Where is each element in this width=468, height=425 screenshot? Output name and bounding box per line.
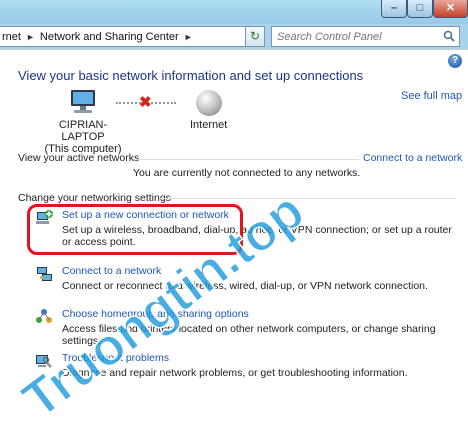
homegroup-desc: Access files and printers located on oth… <box>62 323 436 347</box>
connect-network-icon[interactable] <box>35 265 53 283</box>
computer-label: CIPRIAN-LAPTOP (This computer) <box>40 119 126 155</box>
homegroup-link[interactable]: Choose homegroup and sharing options <box>62 308 249 320</box>
divider <box>133 159 359 160</box>
maximize-button[interactable]: □ <box>407 0 433 18</box>
address-bar[interactable]: rnet ► Network and Sharing Center ► ▼ <box>0 26 265 47</box>
troubleshoot-link[interactable]: Troubleshoot problems <box>62 352 169 364</box>
connect-network-link[interactable]: Connect to a network <box>62 265 161 277</box>
search-box[interactable] <box>271 26 460 47</box>
change-settings-label: Change your networking settings <box>18 192 171 204</box>
address-row: rnet ► Network and Sharing Center ► ▼ ↻ <box>0 24 468 49</box>
troubleshoot-desc: Diagnose and repair network problems, or… <box>62 367 408 379</box>
active-networks-label: View your active networks <box>18 152 140 164</box>
page-title: View your basic network information and … <box>18 68 364 83</box>
computer-icon <box>71 90 95 113</box>
no-connection-status: You are currently not connected to any n… <box>133 167 361 179</box>
help-icon[interactable]: ? <box>448 54 462 68</box>
breadcrumb-network-sharing-center[interactable]: Network and Sharing Center <box>38 31 181 43</box>
title-bar: – □ ✕ <box>0 0 468 24</box>
computer-name: CIPRIAN-LAPTOP <box>58 119 108 143</box>
internet-globe-icon <box>196 90 222 116</box>
refresh-button[interactable]: ↻ <box>245 26 265 47</box>
troubleshoot-icon[interactable] <box>35 352 53 370</box>
breadcrumb-separator-icon[interactable]: ► <box>181 32 196 42</box>
divider <box>160 198 456 199</box>
connect-to-network-link[interactable]: Connect to a network <box>363 152 462 164</box>
disconnected-x-icon: ✖ <box>139 94 152 111</box>
homegroup-icon[interactable] <box>35 308 53 326</box>
close-button[interactable]: ✕ <box>433 0 468 18</box>
internet-label: Internet <box>190 119 228 131</box>
breadcrumb-separator-icon[interactable]: ► <box>23 32 38 42</box>
search-input[interactable] <box>277 30 437 43</box>
connect-network-desc: Connect or reconnect to a wireless, wire… <box>62 280 428 292</box>
search-icon[interactable] <box>443 30 455 42</box>
see-full-map-link[interactable]: See full map <box>401 90 462 102</box>
highlight-annotation <box>27 204 243 255</box>
main-content: ? View your basic network information an… <box>0 49 468 425</box>
minimize-button[interactable]: – <box>381 0 407 18</box>
breadcrumb-network[interactable]: rnet <box>0 31 23 43</box>
